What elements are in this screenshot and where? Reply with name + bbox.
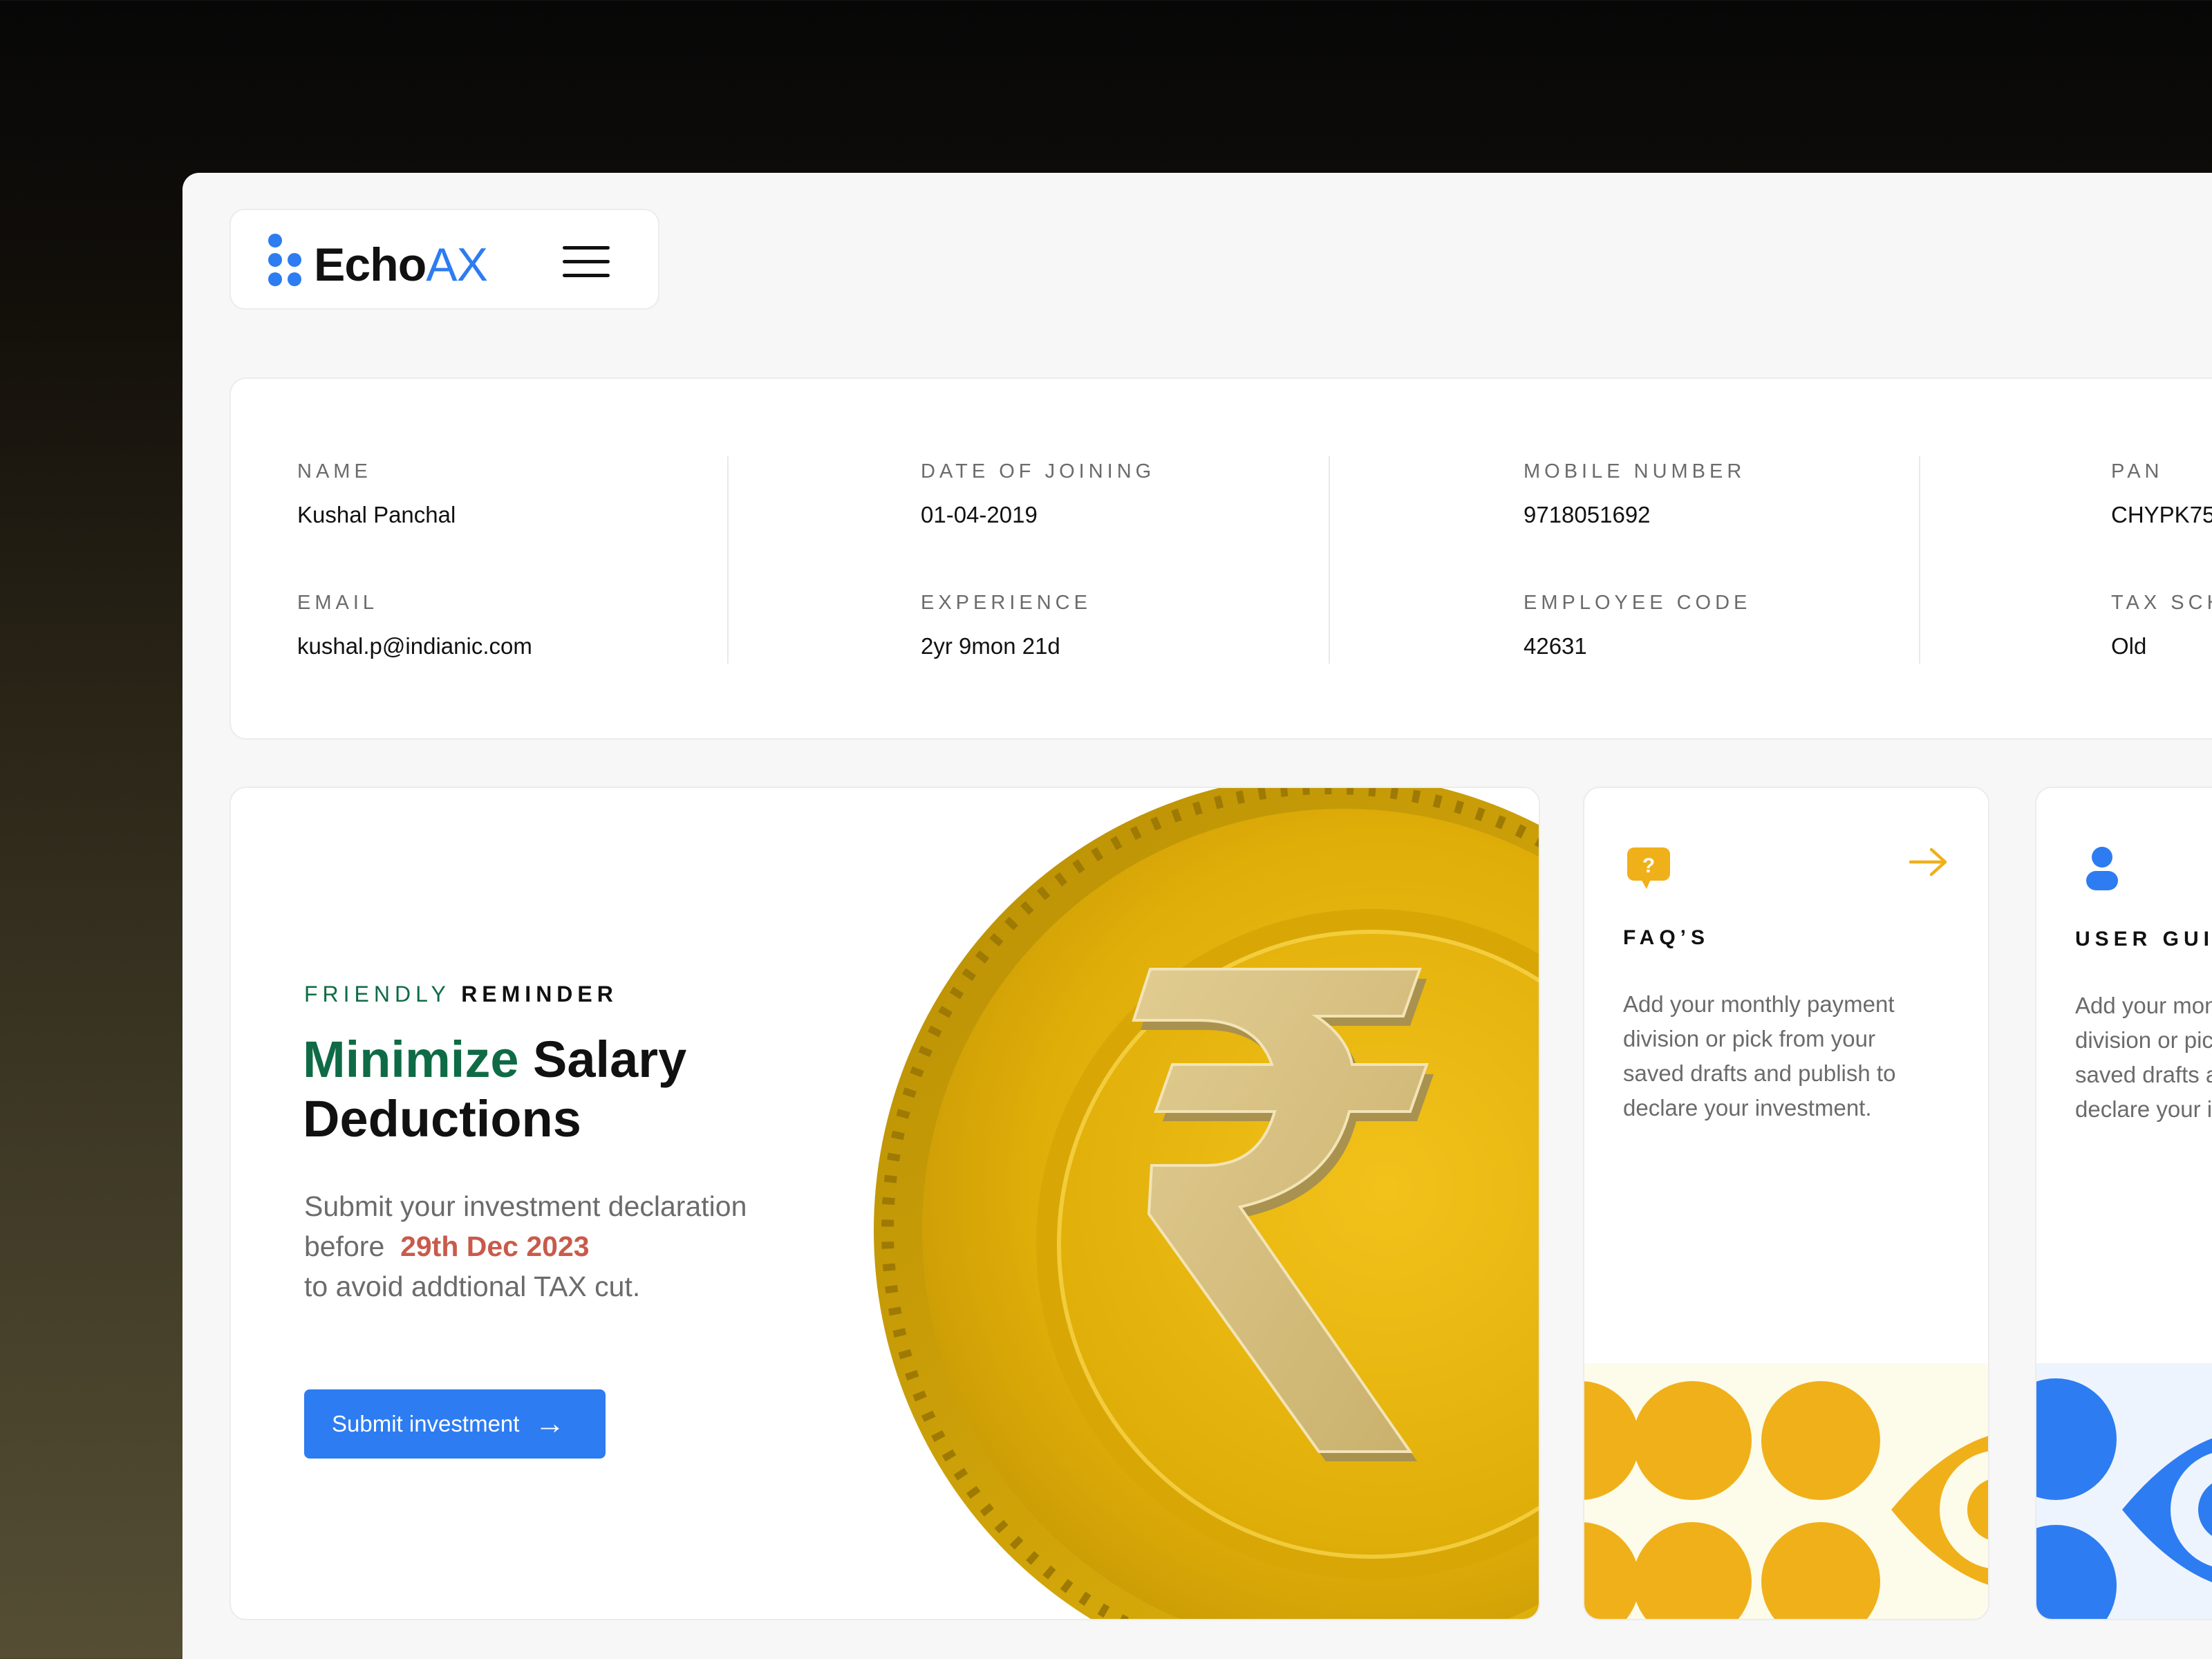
user-guide-pattern-illustration [2036, 1363, 2212, 1619]
faq-title: FAQ’S [1623, 926, 1710, 949]
user-guide-title: USER GUIDE [2075, 928, 2212, 950]
svg-text:?: ? [1642, 854, 1655, 877]
name-label: NAME [297, 460, 372, 482]
subtext-line-1: Submit your investment declaration [304, 1190, 747, 1222]
pan-value: CHYPK75 [2111, 502, 2212, 527]
hero-headline: Minimize Salary Deductions [303, 1030, 828, 1149]
subtext-before: before [304, 1230, 385, 1262]
reminder-word-2: REMINDER [461, 982, 618, 1006]
empcode-value: 42631 [1524, 633, 1587, 659]
arrow-right-icon: → [534, 1407, 565, 1441]
tax-scheme-value: Old [2111, 633, 2147, 659]
experience-label: EXPERIENCE [921, 592, 1091, 614]
tax-scheme-label: TAX SCH [2111, 592, 2212, 614]
question-chat-icon: ? [1627, 847, 1670, 889]
submit-investment-button[interactable]: Submit investment → [304, 1389, 606, 1459]
logo-dots-icon [268, 234, 306, 286]
menu-icon[interactable] [563, 246, 611, 278]
brand-name-part1: Echo [314, 238, 427, 291]
subtext-line-3: to avoid addtional TAX cut. [304, 1271, 641, 1302]
mobile-value: 9718051692 [1524, 502, 1651, 527]
doj-value: 01-04-2019 [921, 502, 1038, 527]
reminder-word-1: FRIENDLY [304, 982, 451, 1006]
hero-subtext: Submit your investment declaration befor… [304, 1186, 830, 1306]
app-window: EchoAX NAME Kushal Panchal EMAIL kushal.… [182, 173, 2212, 1659]
faq-description: Add your monthly payment division or pic… [1623, 991, 1896, 1121]
submit-button-label: Submit investment [332, 1411, 520, 1436]
user-icon [2086, 847, 2118, 890]
arrow-right-icon[interactable] [1908, 846, 1949, 878]
rupee-coin-icon [832, 788, 1539, 1619]
brand-name-part2: AX [426, 238, 488, 291]
employee-info-card: NAME Kushal Panchal EMAIL kushal.p@india… [229, 377, 2212, 740]
mobile-label: MOBILE NUMBER [1524, 460, 1746, 482]
doj-label: DATE OF JOINING [921, 460, 1156, 482]
user-guide-description: Add your monthly payment division or pic… [2075, 993, 2212, 1122]
faq-card[interactable]: ? FAQ’S Add your monthly payment divisio… [1583, 787, 1989, 1620]
empcode-label: EMPLOYEE CODE [1524, 592, 1752, 614]
reminder-eyebrow: FRIENDLY REMINDER [304, 982, 618, 1007]
divider [1919, 456, 1920, 664]
brand-bar: EchoAX [229, 209, 659, 310]
brand-logo[interactable]: EchoAX [314, 238, 488, 292]
headline-highlight: Minimize [303, 1031, 519, 1088]
divider [1329, 456, 1330, 664]
subtext-line-2: before 29th Dec 2023 [304, 1226, 830, 1266]
email-label: EMAIL [297, 592, 379, 614]
faq-pattern-illustration [1584, 1363, 1988, 1619]
rupee-coin-illustration [832, 788, 1539, 1619]
divider [727, 456, 729, 664]
experience-value: 2yr 9mon 21d [921, 633, 1060, 659]
reminder-card: FRIENDLY REMINDER Minimize Salary Deduct… [229, 787, 1540, 1620]
user-guide-card[interactable]: USER GUIDE Add your monthly payment divi… [2035, 787, 2212, 1620]
email-value: kushal.p@indianic.com [297, 633, 532, 659]
deadline-date: 29th Dec 2023 [400, 1230, 590, 1262]
pan-label: PAN [2111, 460, 2164, 482]
name-value: Kushal Panchal [297, 502, 456, 527]
